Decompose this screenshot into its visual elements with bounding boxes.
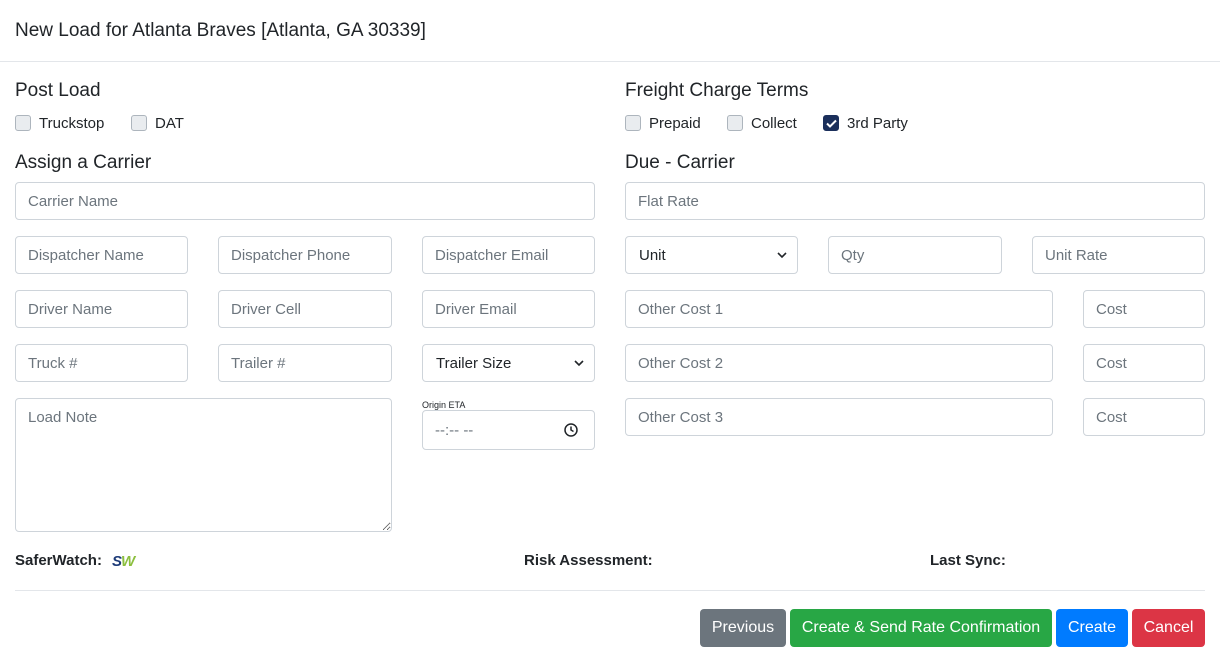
load-note-textarea[interactable]: [15, 398, 392, 532]
cost-3-input[interactable]: [1083, 398, 1205, 436]
trailer-number-input[interactable]: [218, 344, 392, 382]
dispatcher-email-input[interactable]: [422, 236, 595, 274]
driver-name-input[interactable]: [15, 290, 188, 328]
trailer-size-select[interactable]: Trailer Size: [422, 344, 595, 382]
clock-icon[interactable]: [564, 423, 578, 437]
checkbox-box[interactable]: [15, 115, 31, 131]
due-carrier-title: Due - Carrier: [625, 152, 735, 173]
saferwatch-logo[interactable]: SW: [112, 553, 135, 570]
previous-button[interactable]: Previous: [700, 609, 786, 647]
cost-1-input[interactable]: [1083, 290, 1205, 328]
last-sync-label: Last Sync:: [930, 552, 1006, 569]
risk-assessment-label: Risk Assessment:: [524, 552, 653, 569]
time-value: --:-- --: [435, 421, 474, 439]
origin-eta-label: Origin ETA: [422, 400, 466, 410]
select-value: Trailer Size: [436, 354, 512, 372]
collect-checkbox[interactable]: Collect: [727, 113, 797, 133]
checkbox-label: Prepaid: [649, 114, 701, 132]
dispatcher-phone-input[interactable]: [218, 236, 392, 274]
checkbox-box[interactable]: [625, 115, 641, 131]
checkbox-label: Truckstop: [39, 114, 105, 132]
dat-checkbox[interactable]: DAT: [131, 113, 184, 133]
checkbox-box[interactable]: [823, 115, 839, 131]
create-send-rate-confirmation-button[interactable]: Create & Send Rate Confirmation: [790, 609, 1052, 647]
footer-divider: [15, 590, 1205, 591]
post-load-title: Post Load: [15, 80, 101, 101]
modal-title: New Load for Atlanta Braves [Atlanta, GA…: [15, 20, 426, 41]
carrier-name-input[interactable]: [15, 182, 595, 220]
dispatcher-name-input[interactable]: [15, 236, 188, 274]
checkbox-box[interactable]: [131, 115, 147, 131]
select-value: Unit: [639, 246, 666, 264]
other-cost-2-input[interactable]: [625, 344, 1053, 382]
other-cost-3-input[interactable]: [625, 398, 1053, 436]
checkbox-box[interactable]: [727, 115, 743, 131]
flat-rate-input[interactable]: [625, 182, 1205, 220]
create-button[interactable]: Create: [1056, 609, 1128, 647]
chevron-down-icon: [574, 359, 584, 366]
qty-input[interactable]: [828, 236, 1002, 274]
sw-logo-w: W: [121, 553, 135, 570]
prepaid-checkbox[interactable]: Prepaid: [625, 113, 701, 133]
chevron-down-icon: [777, 251, 787, 258]
freight-terms-title: Freight Charge Terms: [625, 80, 809, 101]
checkbox-label: DAT: [155, 114, 184, 132]
checkbox-label: Collect: [751, 114, 797, 132]
third-party-checkbox[interactable]: 3rd Party: [823, 113, 908, 133]
saferwatch-label: SaferWatch:: [15, 552, 102, 569]
assign-carrier-title: Assign a Carrier: [15, 152, 152, 173]
cost-2-input[interactable]: [1083, 344, 1205, 382]
truckstop-checkbox[interactable]: Truckstop: [15, 113, 104, 133]
unit-rate-input[interactable]: [1032, 236, 1205, 274]
sw-logo-s: S: [112, 553, 122, 570]
unit-select[interactable]: Unit: [625, 236, 798, 274]
driver-cell-input[interactable]: [218, 290, 392, 328]
truck-number-input[interactable]: [15, 344, 188, 382]
cancel-button[interactable]: Cancel: [1132, 609, 1205, 647]
checkbox-label: 3rd Party: [847, 114, 908, 132]
driver-email-input[interactable]: [422, 290, 595, 328]
modal-header: New Load for Atlanta Braves [Atlanta, GA…: [0, 0, 1220, 62]
origin-eta-input[interactable]: --:-- --: [422, 410, 595, 450]
other-cost-1-input[interactable]: [625, 290, 1053, 328]
check-icon: [825, 119, 837, 128]
